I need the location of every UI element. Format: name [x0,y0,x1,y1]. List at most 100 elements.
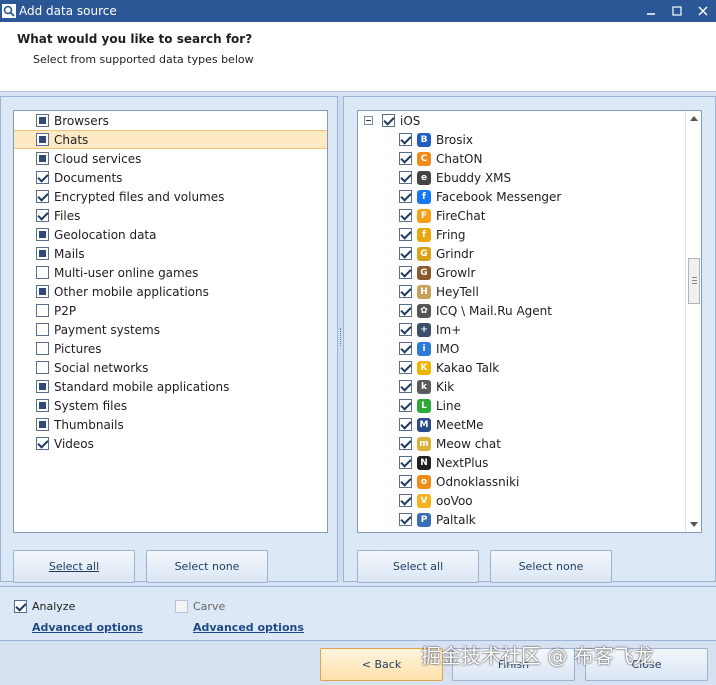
app-checkbox[interactable] [399,266,412,279]
app-item[interactable]: F FireChat [358,206,701,225]
app-item[interactable]: + Im+ [358,320,701,339]
data-type-checkbox[interactable] [36,304,49,317]
app-item[interactable]: M MeetMe [358,415,701,434]
analyze-advanced-options-link[interactable]: Advanced options [32,621,143,634]
app-item[interactable]: G Grindr [358,244,701,263]
app-checkbox[interactable] [399,361,412,374]
data-type-item[interactable]: Thumbnails [14,415,327,434]
app-item[interactable]: VooVoo [358,491,701,510]
data-type-item[interactable]: Geolocation data [14,225,327,244]
data-type-checkbox[interactable] [36,285,49,298]
app-checkbox[interactable] [399,190,412,203]
ios-tree-node[interactable]: iOS [358,111,701,130]
data-type-item[interactable]: Encrypted files and volumes [14,187,327,206]
data-type-item[interactable]: Payment systems [14,320,327,339]
data-type-item[interactable]: Browsers [14,111,327,130]
app-item[interactable]: C ChatON [358,149,701,168]
app-checkbox[interactable] [399,323,412,336]
app-item[interactable]: e Ebuddy XMS [358,168,701,187]
app-checkbox[interactable] [399,285,412,298]
data-type-checkbox[interactable] [36,209,49,222]
data-type-checkbox[interactable] [36,437,49,450]
data-type-item[interactable]: Pictures [14,339,327,358]
app-checkbox[interactable] [399,209,412,222]
close-window-button[interactable] [690,0,716,22]
app-checkbox[interactable] [399,228,412,241]
data-type-item[interactable]: Standard mobile applications [14,377,327,396]
carve-advanced-options-link[interactable]: Advanced options [193,621,304,634]
data-type-checkbox[interactable] [36,171,49,184]
data-type-checkbox[interactable] [36,190,49,203]
app-checkbox[interactable] [399,152,412,165]
app-checkbox[interactable] [399,171,412,184]
app-item[interactable]: P Paltalk [358,510,701,529]
carve-checkbox[interactable] [175,600,188,613]
app-item[interactable]: ✿ ICQ \ Mail.Ru Agent [358,301,701,320]
data-type-checkbox[interactable] [36,266,49,279]
data-type-checkbox[interactable] [36,247,49,260]
back-button[interactable]: < Back [320,648,443,681]
app-item[interactable]: f Fring [358,225,701,244]
data-type-item[interactable]: Social networks [14,358,327,377]
data-type-item[interactable]: Files [14,206,327,225]
scroll-down-icon[interactable] [690,522,698,527]
app-item[interactable]: m Meow chat [358,434,701,453]
app-item[interactable]: N NextPlus [358,453,701,472]
app-item[interactable]: G Growlr [358,263,701,282]
app-checkbox[interactable] [399,418,412,431]
data-type-item[interactable]: Cloud services [14,149,327,168]
app-checkbox[interactable] [399,513,412,526]
data-type-checkbox[interactable] [36,152,49,165]
app-item[interactable]: K Kakao Talk [358,358,701,377]
minimize-button[interactable] [638,0,664,22]
data-type-item[interactable]: Chats [14,130,327,149]
applications-scrollbar[interactable] [685,111,701,532]
left-select-all-button[interactable]: Select all [13,550,135,583]
app-item[interactable]: k Kik [358,377,701,396]
app-checkbox[interactable] [399,342,412,355]
data-type-item[interactable]: Documents [14,168,327,187]
ios-checkbox[interactable] [382,114,395,127]
data-type-checkbox[interactable] [36,399,49,412]
data-type-item[interactable]: System files [14,396,327,415]
data-type-checkbox[interactable] [36,323,49,336]
app-checkbox[interactable] [399,247,412,260]
app-checkbox[interactable] [399,437,412,450]
app-checkbox[interactable] [399,304,412,317]
data-type-checkbox[interactable] [36,361,49,374]
app-item[interactable]: L Line [358,396,701,415]
data-type-item[interactable]: Other mobile applications [14,282,327,301]
app-checkbox[interactable] [399,475,412,488]
left-select-none-button[interactable]: Select none [146,550,268,583]
right-select-none-button[interactable]: Select none [490,550,612,583]
close-button[interactable]: Close [585,648,708,681]
carve-option[interactable]: Carve [175,600,225,613]
app-checkbox[interactable] [399,494,412,507]
data-type-item[interactable]: P2P [14,301,327,320]
data-type-item[interactable]: Multi-user online games [14,263,327,282]
data-type-checkbox[interactable] [36,133,49,146]
data-type-checkbox[interactable] [36,418,49,431]
app-checkbox[interactable] [399,456,412,469]
data-type-item[interactable]: Mails [14,244,327,263]
right-select-all-button[interactable]: Select all [357,550,479,583]
analyze-checkbox[interactable] [14,600,27,613]
data-type-checkbox[interactable] [36,380,49,393]
app-item[interactable]: i IMO [358,339,701,358]
maximize-button[interactable] [664,0,690,22]
app-item[interactable]: o Odnoklassniki [358,472,701,491]
data-type-checkbox[interactable] [36,228,49,241]
finish-button[interactable]: Finish [452,648,575,681]
data-type-item[interactable]: Videos [14,434,327,453]
data-type-checkbox[interactable] [36,342,49,355]
app-checkbox[interactable] [399,399,412,412]
data-type-checkbox[interactable] [36,114,49,127]
app-checkbox[interactable] [399,380,412,393]
app-item[interactable]: f Facebook Messenger [358,187,701,206]
app-item[interactable]: B Brosix [358,130,701,149]
scrollbar-thumb[interactable] [688,258,700,304]
analyze-option[interactable]: Analyze [14,600,75,613]
app-item[interactable]: H HeyTell [358,282,701,301]
scroll-up-icon[interactable] [690,116,698,121]
collapse-icon[interactable] [364,116,373,125]
